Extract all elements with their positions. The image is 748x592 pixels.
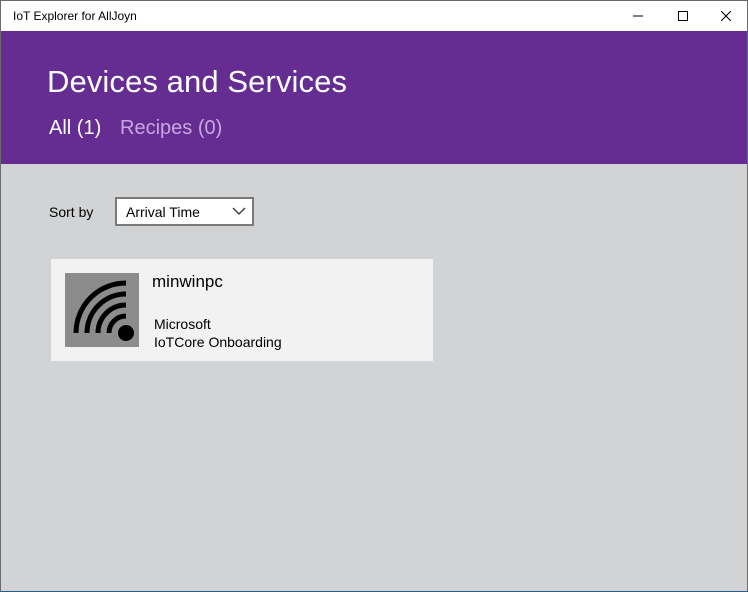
sort-label: Sort by: [49, 204, 94, 220]
device-name: minwinpc: [152, 272, 223, 291]
minimize-icon: [633, 15, 643, 17]
maximize-button[interactable]: [660, 1, 706, 31]
tab-recipes[interactable]: Recipes (0): [120, 117, 222, 140]
device-model: IoTCore Onboarding: [154, 334, 282, 350]
close-icon: [721, 11, 731, 21]
close-button[interactable]: [703, 1, 747, 31]
page-title: Devices and Services: [47, 64, 348, 99]
tab-all[interactable]: All (1): [49, 117, 101, 140]
sort-dropdown[interactable]: Arrival Time: [115, 197, 254, 226]
page-header: Devices and Services All (1) Recipes (0): [1, 31, 747, 164]
chevron-down-icon: [232, 207, 246, 215]
device-manufacturer: Microsoft: [154, 316, 211, 332]
device-thumbnail: [65, 273, 139, 347]
sort-selected-value: Arrival Time: [126, 204, 200, 220]
wifi-signal-icon: [73, 280, 134, 341]
app-title: IoT Explorer for AllJoyn: [13, 9, 137, 23]
device-card[interactable]: minwinpc Microsoft IoTCore Onboarding: [51, 259, 433, 361]
maximize-icon: [678, 11, 688, 21]
title-bar[interactable]: IoT Explorer for AllJoyn: [1, 1, 747, 31]
minimize-button[interactable]: [615, 1, 661, 31]
app-window: IoT Explorer for AllJoyn Devices and Ser…: [0, 0, 748, 592]
